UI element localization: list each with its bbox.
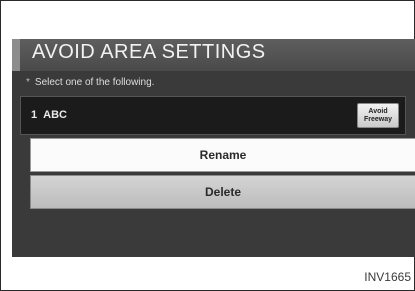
screen-header: AVOID AREA SETTINGS	[12, 39, 415, 71]
avoid-area-list-item[interactable]: 1 ABC Avoid Freeway	[20, 96, 406, 135]
list-item-name: ABC	[43, 109, 67, 121]
figure-code-label: INV1665	[364, 270, 411, 284]
list-item-number: 1	[31, 109, 38, 121]
list-item-text: 1 ABC	[31, 109, 67, 121]
avoid-freeway-label-line2: Freeway	[363, 116, 393, 123]
screen-title: AVOID AREA SETTINGS	[32, 41, 266, 63]
avoid-freeway-button[interactable]: Avoid Freeway	[357, 103, 399, 128]
instruction-bullet: *	[26, 77, 30, 88]
delete-button[interactable]: Delete	[30, 175, 415, 209]
navigation-screen: AVOID AREA SETTINGS * Select one of the f…	[12, 39, 415, 257]
header-accent-bar	[12, 39, 20, 71]
figure-frame: AVOID AREA SETTINGS * Select one of the f…	[0, 0, 415, 291]
rename-button[interactable]: Rename	[30, 138, 415, 172]
avoid-freeway-label-line1: Avoid	[368, 108, 388, 115]
instruction-text: * Select one of the following.	[26, 77, 154, 88]
instruction-label: Select one of the following.	[34, 77, 155, 88]
